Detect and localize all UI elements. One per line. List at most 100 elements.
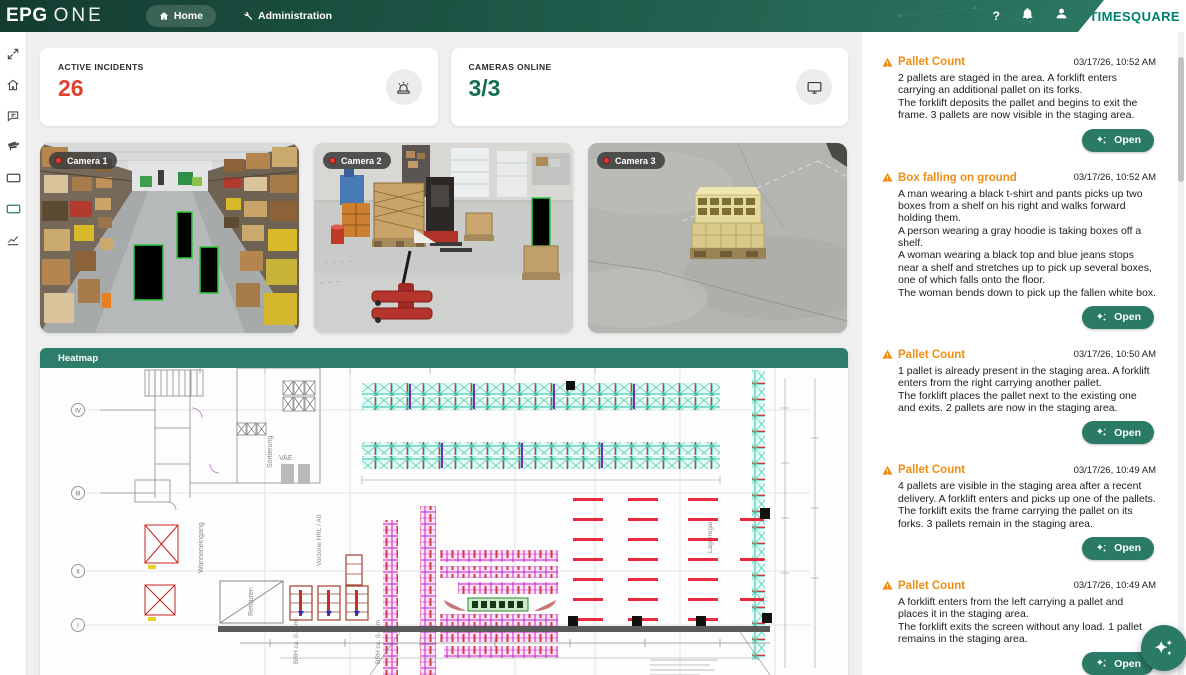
- svg-text:Vorzone HRL / A0: Vorzone HRL / A0: [316, 514, 323, 566]
- nav-item-home-label: Home: [174, 10, 203, 22]
- home-icon[interactable]: [0, 69, 27, 100]
- app-root: EPG ONE Home Administration: [0, 0, 1186, 675]
- camera-1-tile[interactable]: Camera 1: [40, 143, 299, 333]
- nav-item-administration[interactable]: Administration: [230, 5, 345, 27]
- sparkle-icon: [1095, 134, 1108, 147]
- camera-2-feed: [314, 143, 573, 333]
- nav-items: Home Administration: [146, 5, 345, 27]
- warning-icon: [882, 172, 893, 183]
- logo-secondary: ONE: [54, 5, 104, 27]
- recording-dot-icon: [603, 157, 610, 164]
- recording-dot-icon: [55, 157, 62, 164]
- camera-2-label: Camera 2: [341, 156, 382, 166]
- cameras-online-value: 3/3: [469, 75, 831, 102]
- brand-name: TIMESQUARE: [1089, 9, 1186, 24]
- heatmap-header: Heatmap: [40, 348, 848, 368]
- notifications-icon[interactable]: [1021, 7, 1034, 25]
- heatmap-card: Heatmap: [40, 348, 848, 675]
- home-icon: [159, 11, 169, 21]
- sparkle-icon: [1095, 311, 1108, 324]
- incident-timestamp: 03/17/26, 10:52 AM: [1074, 172, 1156, 183]
- camera-3-feed: [588, 143, 847, 333]
- incident-title: Box falling on ground: [898, 172, 1017, 184]
- incident-description: 1 pallet is already present in the stagi…: [898, 365, 1156, 415]
- navbar-actions: ?: [993, 0, 1068, 32]
- stats-row: ACTIVE INCIDENTS 26 CAMERAS ONLINE 3/3: [40, 48, 848, 126]
- user-account-icon[interactable]: [1055, 7, 1068, 25]
- sparkle-icon: [1095, 657, 1108, 670]
- sparkles-icon: [1153, 637, 1175, 659]
- warning-icon: [882, 465, 893, 476]
- help-icon[interactable]: ?: [993, 9, 1000, 23]
- svg-text:Lagerregal: Lagerregal: [707, 521, 714, 553]
- warning-icon: [882, 57, 893, 68]
- cameras-online-label: CAMERAS ONLINE: [469, 62, 831, 72]
- camera-1-feed: [40, 143, 299, 333]
- warning-icon: [882, 580, 893, 591]
- cameras-online-card: CAMERAS ONLINE 3/3: [451, 48, 849, 126]
- heatmap-floorplan: IV III II I: [40, 368, 848, 675]
- camera-icon[interactable]: [0, 131, 27, 162]
- display-icon[interactable]: [0, 162, 27, 193]
- camera-feeds-row: Camera 1: [40, 143, 848, 333]
- panel-scrollbar: [1178, 32, 1184, 675]
- scrollbar-thumb[interactable]: [1178, 57, 1184, 182]
- svg-text:IV: IV: [75, 408, 81, 414]
- svg-text:Sortierung: Sortierung: [267, 436, 274, 468]
- incident-timestamp: 03/17/26, 10:52 AM: [1074, 57, 1156, 68]
- camera-label-chip: Camera 3: [597, 152, 665, 169]
- open-incident-button[interactable]: Open: [1082, 306, 1154, 329]
- svg-text:Wanneneingang: Wanneneingang: [198, 522, 205, 573]
- camera-2-tile[interactable]: Camera 2: [314, 143, 573, 333]
- incident-item: Pallet Count 03/17/26, 10:50 AM 1 pallet…: [882, 349, 1156, 445]
- heatmap-title: Heatmap: [58, 353, 98, 364]
- camera-1-label: Camera 1: [67, 156, 108, 166]
- main-content: ACTIVE INCIDENTS 26 CAMERAS ONLINE 3/3: [27, 32, 862, 675]
- incident-description: 2 pallets are staged in the area. A fork…: [898, 72, 1156, 122]
- incident-timestamp: 03/17/26, 10:49 AM: [1074, 465, 1156, 476]
- monitor-icon: [796, 69, 832, 105]
- incident-title: Pallet Count: [898, 349, 965, 361]
- top-navbar: EPG ONE Home Administration: [0, 0, 1186, 32]
- incident-timestamp: 03/17/26, 10:49 AM: [1074, 580, 1156, 591]
- open-incident-button[interactable]: Open: [1082, 537, 1154, 560]
- incident-item: Pallet Count 03/17/26, 10:52 AM 2 pallet…: [882, 56, 1156, 152]
- logo-primary: EPG: [6, 5, 48, 27]
- svg-text:VAE: VAE: [279, 455, 293, 462]
- warning-icon: [882, 349, 893, 360]
- open-incident-button[interactable]: Open: [1082, 421, 1154, 444]
- incident-item: Pallet Count 03/17/26, 10:49 AM 4 pallet…: [882, 464, 1156, 560]
- incident-description: A forklift enters from the left carrying…: [898, 596, 1156, 646]
- incident-description: A man wearing a black t-shirt and pants …: [898, 188, 1156, 299]
- nav-item-administration-label: Administration: [258, 10, 332, 22]
- assistant-fab[interactable]: [1141, 625, 1186, 671]
- incident-timestamp: 03/17/26, 10:50 AM: [1074, 349, 1156, 360]
- epg-one-logo: EPG ONE: [0, 5, 118, 27]
- incidents-panel: Pallet Count 03/17/26, 10:52 AM 2 pallet…: [862, 32, 1186, 675]
- active-incidents-value: 26: [58, 75, 420, 102]
- active-incidents-card: ACTIVE INCIDENTS 26: [40, 48, 438, 126]
- dashboard-icon[interactable]: [0, 193, 27, 224]
- camera-3-tile[interactable]: Camera 3: [588, 143, 847, 333]
- open-incident-button[interactable]: Open: [1082, 129, 1154, 152]
- camera-label-chip: Camera 1: [49, 152, 117, 169]
- chart-icon[interactable]: [0, 224, 27, 255]
- recording-dot-icon: [329, 157, 336, 164]
- incident-item: Box falling on ground 03/17/26, 10:52 AM…: [882, 172, 1156, 329]
- tools-icon: [243, 11, 253, 21]
- incident-title: Pallet Count: [898, 580, 965, 592]
- incident-title: Pallet Count: [898, 56, 965, 68]
- expand-icon[interactable]: [0, 38, 27, 69]
- svg-text:III: III: [75, 491, 80, 497]
- incident-title: Pallet Count: [898, 464, 965, 476]
- nav-item-home[interactable]: Home: [146, 5, 216, 27]
- camera-label-chip: Camera 2: [323, 152, 391, 169]
- camera-3-label: Camera 3: [615, 156, 656, 166]
- sparkle-icon: [1095, 426, 1108, 439]
- incident-description: 4 pallets are visible in the staging are…: [898, 480, 1156, 530]
- chat-icon[interactable]: [0, 100, 27, 131]
- svg-text:II: II: [76, 569, 80, 575]
- siren-icon: [386, 69, 422, 105]
- active-incidents-label: ACTIVE INCIDENTS: [58, 62, 420, 72]
- brand-wedge: TIMESQUARE: [1078, 0, 1186, 32]
